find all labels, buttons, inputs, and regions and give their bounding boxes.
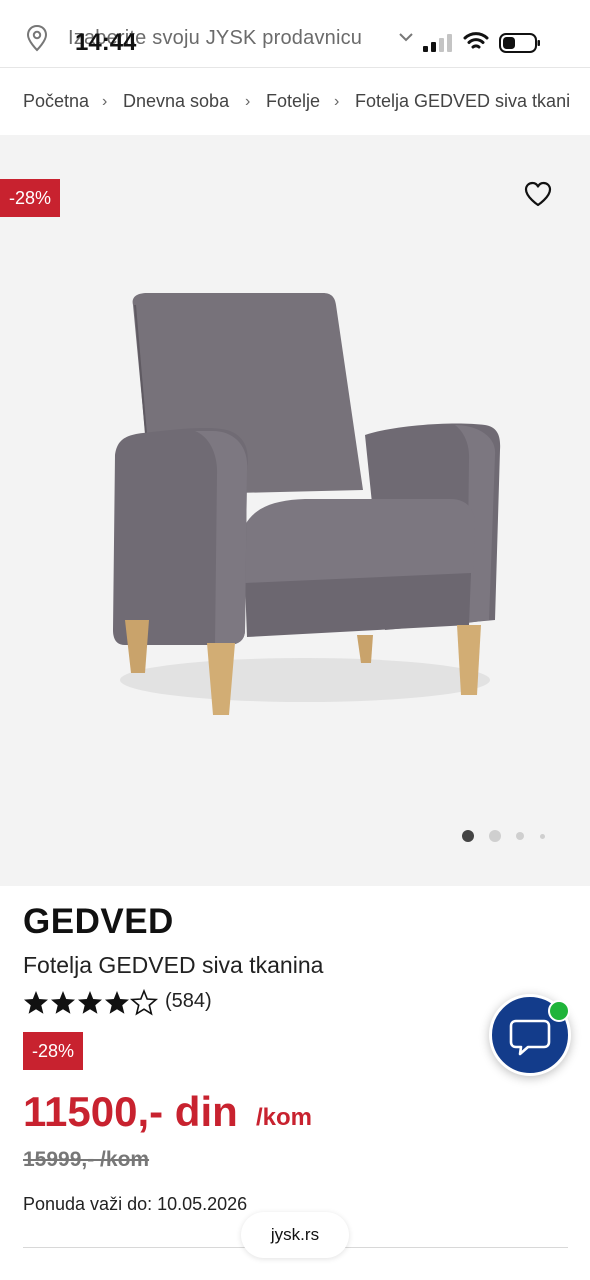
chevron-down-icon[interactable] [397,28,415,46]
online-status-indicator [548,1000,570,1022]
breadcrumb-item-armchairs[interactable]: Fotelje [266,91,320,112]
star-filled-icon [78,991,102,1014]
gallery-dot-active[interactable] [462,830,474,842]
breadcrumb-item-current[interactable]: Fotelja GEDVED siva tkani [355,91,570,112]
heart-icon[interactable] [523,179,553,209]
star-empty-icon [129,989,159,1016]
location-pin-icon [26,24,48,52]
rating-stars[interactable] [23,989,159,1017]
store-selector-bar[interactable]: Izaberite svoju JYSK prodavnicu 14:44 [0,0,590,68]
breadcrumb-item-living-room[interactable]: Dnevna soba [123,91,229,112]
product-image-armchair [113,293,501,715]
breadcrumb-separator: › [334,93,340,110]
star-filled-icon [51,991,75,1014]
discount-badge: -28% [0,179,60,217]
price-unit: /kom [256,1104,313,1131]
gallery-pagination[interactable] [460,828,550,844]
product-brand: GEDVED [23,902,174,941]
cellular-signal-icon [423,34,452,52]
review-count[interactable]: (584) [165,990,212,1013]
status-time: 14:44 [75,29,137,56]
gallery-dot[interactable] [516,832,524,840]
product-name: Fotelja GEDVED siva tkanina [23,952,324,978]
gallery-dot[interactable] [540,834,545,839]
current-price: 11500,- din [23,1088,238,1135]
discount-badge: -28% [23,1032,83,1070]
breadcrumb: Početna › Dnevna soba › Fotelje › Fotelj… [0,69,590,135]
breadcrumb-separator: › [102,93,108,110]
star-filled-icon [24,991,48,1014]
browser-url-pill[interactable]: jysk.rs [241,1212,349,1258]
breadcrumb-separator: › [245,93,251,110]
old-price: 15999,- /kom [23,1148,150,1171]
breadcrumb-item-home[interactable]: Početna [23,91,89,112]
star-filled-icon [105,991,129,1014]
product-image-gallery[interactable]: -28% [0,135,590,886]
gallery-dot[interactable] [489,830,501,842]
wifi-icon [463,32,489,49]
offer-valid-until: Ponuda važi do: 10.05.2026 [23,1194,248,1214]
battery-icon [499,33,540,53]
